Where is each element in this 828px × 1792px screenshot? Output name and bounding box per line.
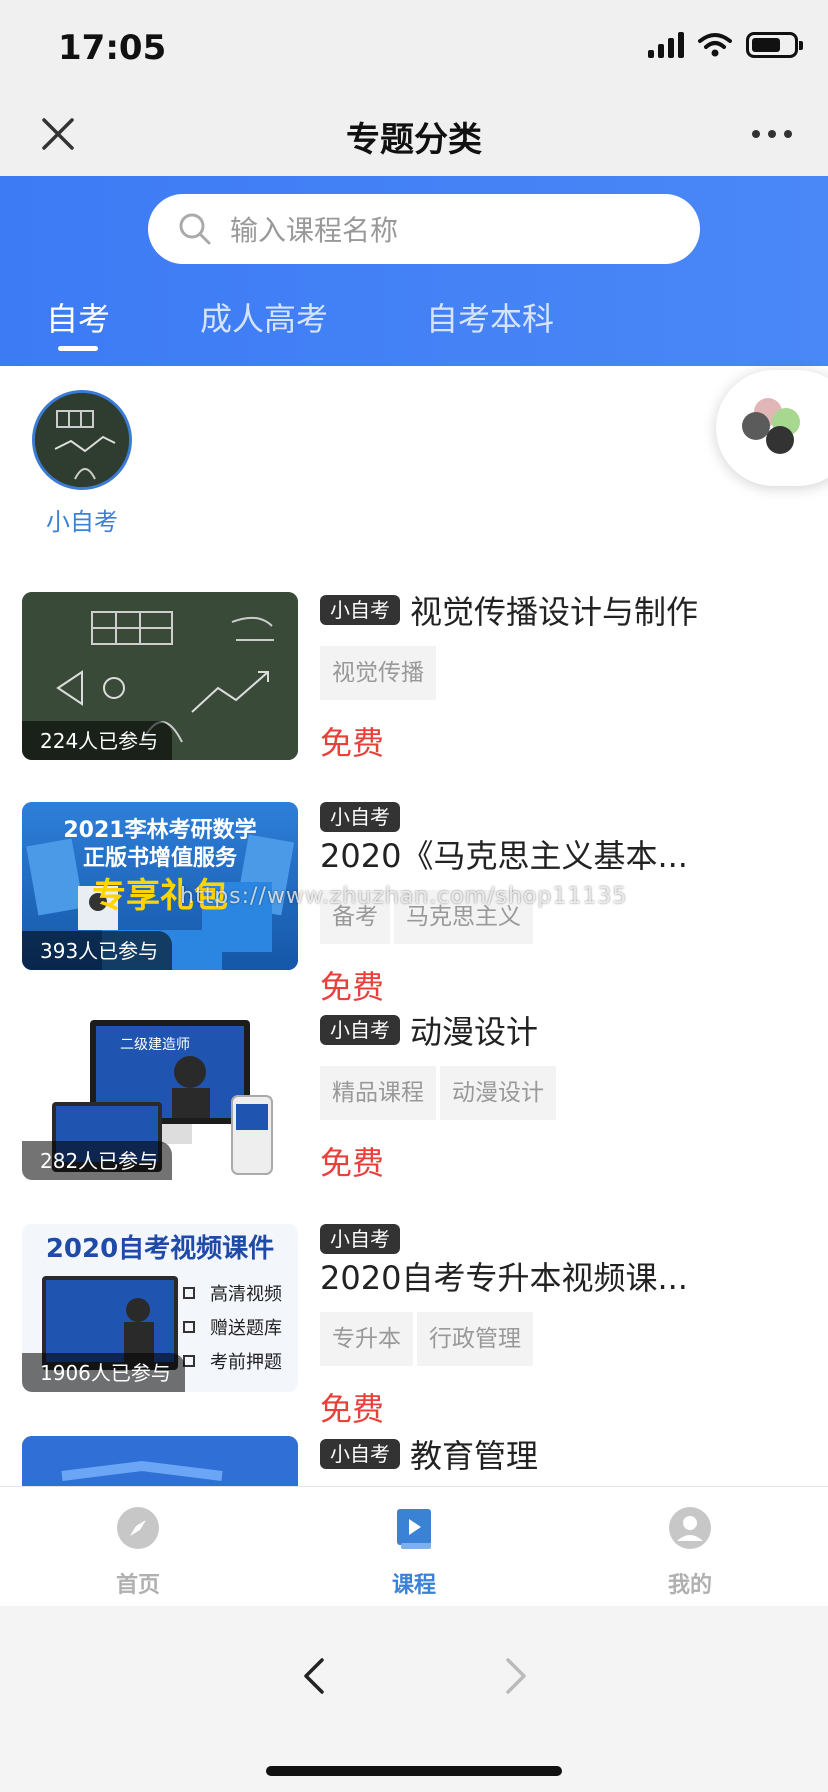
status-bar: 17:05 bbox=[0, 0, 828, 96]
circles-logo-icon bbox=[742, 398, 800, 454]
participant-count: 393人已参与 bbox=[22, 931, 173, 970]
book-icon bbox=[397, 1509, 431, 1549]
profile-icon bbox=[669, 1507, 711, 1549]
category-avatar bbox=[32, 390, 132, 490]
active-tab-indicator bbox=[58, 346, 98, 351]
course-thumbnail: 224人已参与 bbox=[22, 592, 298, 760]
course-title-row: 小自考 动漫设计 bbox=[320, 1012, 810, 1052]
course-title: 2020自考专升本视频课... bbox=[320, 1259, 688, 1297]
category-item[interactable]: 小自考 bbox=[32, 390, 132, 537]
thumb-feature: 考前押题 bbox=[210, 1352, 282, 1373]
thumb-feature: 高清视频 bbox=[210, 1284, 282, 1305]
course-tag: 动漫设计 bbox=[440, 1066, 556, 1120]
participant-count: 1906人已参与 bbox=[22, 1353, 185, 1392]
watermark: https://www.zhuzhan.com/shop11135 bbox=[180, 884, 628, 909]
header-banner: 输入课程名称 自考 成人高考 自考本科 bbox=[0, 176, 828, 366]
course-info: 小自考 2020自考专升本视频课... 专升本 行政管理 免费 bbox=[320, 1224, 810, 1430]
course-tag: 专升本 bbox=[320, 1312, 413, 1366]
thumb-headline: 二级建造师 bbox=[120, 1037, 190, 1053]
course-tag: 精品课程 bbox=[320, 1066, 436, 1120]
course-badge: 小自考 bbox=[320, 802, 400, 832]
course-thumbnail bbox=[22, 1436, 298, 1486]
search-icon bbox=[179, 213, 211, 245]
course-tags: 视觉传播 bbox=[320, 646, 810, 700]
course-info: 小自考 动漫设计 精品课程 动漫设计 免费 bbox=[320, 1012, 810, 1184]
course-thumbnail: 二级建造师 282人已参与 bbox=[22, 1012, 298, 1180]
course-badge: 小自考 bbox=[320, 1015, 400, 1045]
tabbar-label: 我的 bbox=[667, 1573, 712, 1598]
course-badge: 小自考 bbox=[320, 1439, 400, 1469]
course-tag: 行政管理 bbox=[417, 1312, 533, 1366]
battery-icon bbox=[746, 32, 803, 58]
tabbar-label: 课程 bbox=[391, 1573, 436, 1598]
course-title: 动漫设计 bbox=[410, 1013, 539, 1051]
status-icons bbox=[648, 32, 803, 58]
more-icon[interactable] bbox=[752, 130, 792, 138]
course-card[interactable]: 2020自考视频课件 高清视频 赠送题库 考前押题 1906人已参与 小自考 2… bbox=[0, 1224, 828, 1428]
course-price: 免费 bbox=[320, 724, 385, 762]
wifi-icon bbox=[698, 33, 732, 57]
course-tags: 专升本 行政管理 bbox=[320, 1312, 810, 1366]
status-time: 17:05 bbox=[58, 28, 167, 68]
browser-toolbar bbox=[0, 1606, 828, 1792]
tab-zikao-benke[interactable]: 自考本科 bbox=[426, 294, 554, 340]
course-card[interactable]: 小自考 教育管理 bbox=[0, 1436, 828, 1486]
course-price: 免费 bbox=[320, 1390, 385, 1428]
tabbar-item-profile[interactable]: 我的 bbox=[620, 1505, 760, 1599]
thumb-headline: 2020自考视频课件 bbox=[45, 1234, 275, 1264]
course-card[interactable]: 224人已参与 小自考 视觉传播设计与制作 视觉传播 免费 bbox=[0, 592, 828, 792]
course-title: 视觉传播设计与制作 bbox=[410, 593, 699, 631]
course-price: 免费 bbox=[320, 1144, 385, 1182]
bottom-tab-bar: 首页 课程 我的 bbox=[0, 1486, 828, 1606]
course-title: 教育管理 bbox=[410, 1437, 539, 1475]
search-input[interactable]: 输入课程名称 bbox=[148, 194, 700, 264]
search-placeholder: 输入课程名称 bbox=[230, 214, 399, 247]
course-badge: 小自考 bbox=[320, 1224, 400, 1254]
course-badge: 小自考 bbox=[320, 595, 400, 625]
tab-chengren-gaokao[interactable]: 成人高考 bbox=[200, 294, 328, 340]
course-info: 小自考 教育管理 bbox=[320, 1436, 810, 1476]
course-info: 小自考 视觉传播设计与制作 视觉传播 免费 bbox=[320, 592, 810, 764]
page-title: 专题分类 bbox=[346, 120, 482, 160]
nav-bar: 专题分类 bbox=[0, 96, 828, 176]
course-price: 免费 bbox=[320, 968, 385, 1006]
course-tag: 视觉传播 bbox=[320, 646, 436, 700]
floating-menu-button[interactable] bbox=[716, 370, 828, 486]
course-card[interactable]: 二级建造师 282人已参与 小自考 动漫设计 精品课程 动漫设计 免费 bbox=[0, 1012, 828, 1212]
compass-icon bbox=[117, 1507, 159, 1549]
course-title: 2020《马克思主义基本... bbox=[320, 837, 688, 875]
category-tabs: 自考 成人高考 自考本科 bbox=[0, 294, 828, 366]
signal-icon bbox=[648, 32, 684, 58]
participant-count: 224人已参与 bbox=[22, 721, 173, 760]
participant-count: 282人已参与 bbox=[22, 1141, 173, 1180]
back-arrow-icon[interactable] bbox=[296, 1656, 332, 1696]
category-label: 小自考 bbox=[46, 508, 118, 536]
tab-zikao[interactable]: 自考 bbox=[46, 294, 110, 340]
thumb-feature: 赠送题库 bbox=[210, 1318, 282, 1339]
tabbar-item-home[interactable]: 首页 bbox=[68, 1505, 208, 1599]
tabbar-item-courses[interactable]: 课程 bbox=[344, 1505, 484, 1599]
course-title-row: 小自考 教育管理 bbox=[320, 1436, 810, 1476]
course-title-row: 小自考 视觉传播设计与制作 bbox=[320, 592, 810, 632]
home-indicator[interactable] bbox=[266, 1766, 562, 1776]
course-thumbnail: 2020自考视频课件 高清视频 赠送题库 考前押题 1906人已参与 bbox=[22, 1224, 298, 1392]
tabbar-label: 首页 bbox=[115, 1573, 160, 1598]
forward-arrow-icon[interactable] bbox=[498, 1656, 534, 1696]
course-tags: 精品课程 动漫设计 bbox=[320, 1066, 810, 1120]
